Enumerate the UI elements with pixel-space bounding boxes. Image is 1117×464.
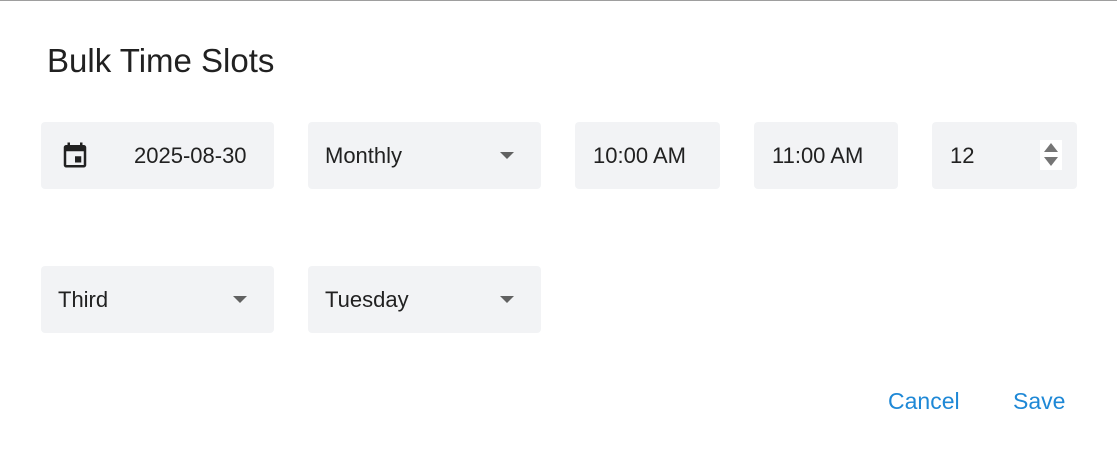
- caret-down-icon: [500, 152, 514, 159]
- bulk-time-slots-dialog: Bulk Time Slots 2025-08-30 Monthly 10:00…: [0, 1, 1117, 464]
- start-time-field[interactable]: 10:00 AM: [575, 122, 720, 189]
- save-button[interactable]: Save: [1005, 381, 1073, 421]
- weekday-value: Tuesday: [325, 287, 409, 312]
- caret-down-icon: [233, 296, 247, 303]
- start-date-field[interactable]: 2025-08-30: [41, 122, 274, 189]
- increment-arrow-icon[interactable]: [1044, 143, 1058, 152]
- dialog-title: Bulk Time Slots: [47, 42, 275, 79]
- occurrences-stepper[interactable]: 12: [932, 122, 1077, 189]
- weekday-select[interactable]: Tuesday: [308, 266, 541, 333]
- spinner-arrows-icon[interactable]: [1040, 140, 1062, 170]
- caret-down-icon: [500, 296, 514, 303]
- cancel-button[interactable]: Cancel: [880, 381, 968, 421]
- repeat-frequency-select[interactable]: Monthly: [308, 122, 541, 189]
- week-ordinal-select[interactable]: Third: [41, 266, 274, 333]
- end-time-field[interactable]: 11:00 AM: [754, 122, 898, 189]
- repeat-frequency-value: Monthly: [325, 143, 403, 168]
- week-ordinal-value: Third: [58, 287, 109, 312]
- start-date-value: 2025-08-30: [134, 143, 247, 168]
- start-time-value: 10:00 AM: [593, 143, 686, 168]
- decrement-arrow-icon[interactable]: [1044, 157, 1058, 166]
- end-time-value: 11:00 AM: [772, 143, 864, 168]
- calendar-icon[interactable]: [60, 140, 90, 170]
- occurrences-value: 12: [950, 143, 975, 168]
